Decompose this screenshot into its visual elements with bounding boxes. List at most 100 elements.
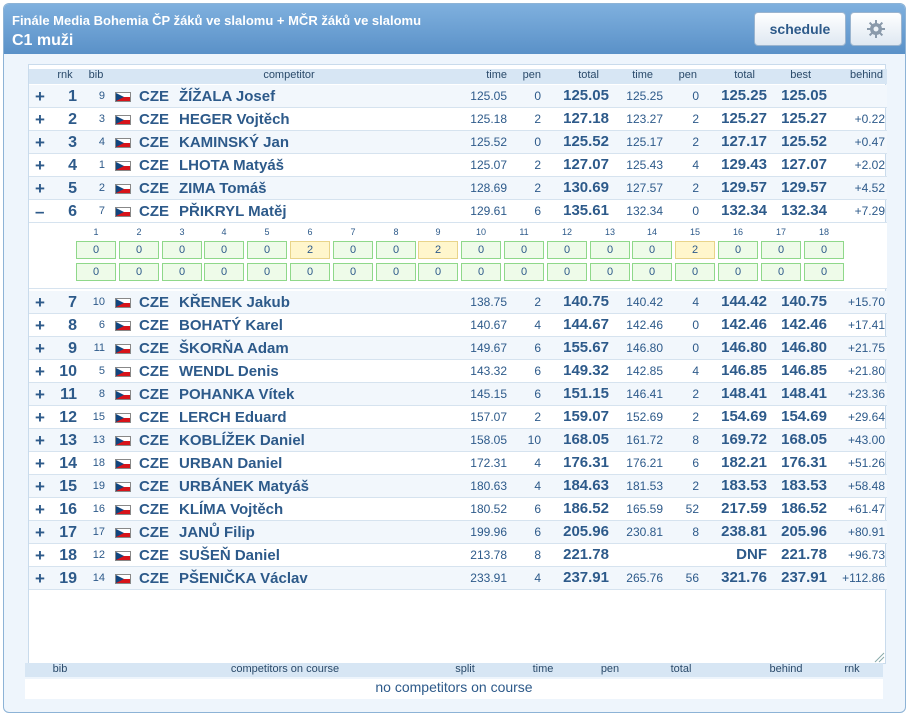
behind-cell: +80.91 [847, 525, 885, 539]
results-panel[interactable]: rnk bib competitor time pen total time p… [28, 64, 887, 664]
expand-toggle[interactable]: + [35, 87, 49, 107]
expand-toggle[interactable]: + [35, 385, 49, 405]
expand-toggle[interactable]: + [35, 569, 49, 589]
table-row[interactable]: +11 8 CZE POHANKA Vítek 145.15 6 151.15 146.41 2… [29, 383, 887, 406]
expand-toggle[interactable]: + [35, 179, 49, 199]
behind-cell: +17.41 [847, 318, 885, 332]
expand-toggle[interactable]: + [35, 316, 49, 336]
behind-cell: +21.80 [847, 364, 885, 378]
gate-penalty-run2: 0 [761, 263, 801, 281]
category-title: C1 muži [12, 32, 74, 49]
expand-toggle[interactable]: + [35, 293, 49, 313]
rank-cell: 14 [59, 455, 77, 472]
run1-time: 125.07 [470, 158, 507, 172]
table-row[interactable]: +18 12 CZE SUŠEŇ Daniel 213.78 8 221.78 DNF 221.… [29, 544, 887, 567]
expand-toggle[interactable]: + [35, 362, 49, 382]
col-bib: bib [88, 69, 104, 81]
best-cell: 129.57 [781, 179, 827, 196]
table-row[interactable]: +17 17 CZE JANŮ Filip 199.96 6 205.96 230.81 8 23… [29, 521, 887, 544]
expand-toggle[interactable]: + [35, 431, 49, 451]
expand-toggle[interactable]: + [35, 156, 49, 176]
expand-toggle[interactable]: + [35, 408, 49, 428]
col-time2: time [632, 69, 653, 81]
czech-flag-icon [115, 161, 131, 171]
table-row[interactable]: +19 14 CZE PŠENIČKA Václav 233.91 4 237.91 265.… [29, 567, 887, 590]
competitor-name: WENDL Denis [179, 363, 279, 380]
expand-toggle[interactable]: + [35, 546, 49, 566]
table-row[interactable]: – 6 7 CZE PŘIKRYL Matěj 129.61 6 135.61 132.34 0 1… [29, 200, 887, 223]
gate-penalty-run1: 0 [504, 241, 544, 259]
run2-total: 182.21 [721, 454, 767, 471]
gate-penalty-run2: 0 [119, 263, 159, 281]
table-row[interactable]: +9 11 CZE ŠKORŇA Adam 149.67 6 155.67 146.80 0 14… [29, 337, 887, 360]
oc-col-pen: pen [600, 663, 620, 675]
table-row[interactable]: +2 3 CZE HEGER Vojtěch 125.18 2 127.18 123.27 2 1… [29, 108, 887, 131]
run2-total: 154.69 [721, 408, 767, 425]
table-row[interactable]: +10 5 CZE WENDL Denis 143.32 6 149.32 142.85 4 14… [29, 360, 887, 383]
expand-toggle[interactable]: + [35, 110, 49, 130]
expand-toggle[interactable]: + [35, 523, 49, 543]
run2-total: 238.81 [721, 523, 767, 540]
settings-button[interactable] [850, 12, 902, 46]
run1-pen: 6 [534, 502, 541, 516]
behind-cell: +15.70 [847, 295, 885, 309]
expand-toggle[interactable]: – [35, 202, 49, 222]
table-row[interactable]: +14 18 CZE URBAN Daniel 172.31 4 176.31 176.21 6… [29, 452, 887, 475]
table-row[interactable]: +3 4 CZE KAMINSKÝ Jan 125.52 0 125.52 125.17 2 12… [29, 131, 887, 154]
gate-penalty-run2: 0 [461, 263, 501, 281]
table-row[interactable]: +12 15 CZE LERCH Eduard 157.07 2 159.07 152.69 2… [29, 406, 887, 429]
table-row[interactable]: +13 13 CZE KOBLÍŽEK Daniel 158.05 10 168.05 161… [29, 429, 887, 452]
run2-total: 148.41 [721, 385, 767, 402]
gate-penalty-run1: 0 [547, 241, 587, 259]
table-row[interactable]: +8 6 CZE BOHATÝ Karel 140.67 4 144.67 142.46 0 14… [29, 314, 887, 337]
schedule-button[interactable]: schedule [754, 12, 846, 46]
run2-pen: 4 [692, 295, 699, 309]
best-cell: 140.75 [781, 293, 827, 310]
nation-cell: CZE [139, 88, 169, 105]
nation-cell: CZE [139, 111, 169, 128]
gate-penalty-run2: 0 [675, 263, 715, 281]
bib-cell: 9 [98, 90, 105, 102]
czech-flag-icon [115, 551, 131, 561]
table-row[interactable]: +16 16 CZE KLÍMA Vojtěch 180.52 6 186.52 165.59… [29, 498, 887, 521]
oc-col-competitors: competitors on course [230, 663, 340, 675]
run1-total: 176.31 [563, 454, 609, 471]
best-cell: 146.80 [781, 339, 827, 356]
gate-number: 2 [136, 227, 142, 237]
expand-toggle[interactable]: + [35, 454, 49, 474]
run1-time: 138.75 [470, 295, 507, 309]
run1-time: 145.15 [470, 387, 507, 401]
run2-pen: 0 [692, 204, 699, 218]
run2-pen: 8 [692, 525, 699, 539]
resize-handle-icon[interactable] [873, 651, 885, 663]
run2-total: 142.46 [721, 316, 767, 333]
behind-cell: +43.00 [847, 433, 885, 447]
expand-toggle[interactable]: + [35, 339, 49, 359]
run1-total: 168.05 [563, 431, 609, 448]
bib-cell: 4 [98, 136, 105, 148]
table-row[interactable]: +15 19 CZE URBÁNEK Matyáš 180.63 4 184.63 181.5… [29, 475, 887, 498]
best-cell: 142.46 [781, 316, 827, 333]
nation-cell: CZE [139, 570, 169, 587]
table-row[interactable]: +4 1 CZE LHOTA Matyáš 125.07 2 127.07 125.43 4 12… [29, 154, 887, 177]
gate-penalty-run1: 0 [204, 241, 244, 259]
expand-toggle[interactable]: + [35, 500, 49, 520]
table-row[interactable]: +7 10 CZE KŘENEK Jakub 138.75 2 140.75 140.42 4 1… [29, 291, 887, 314]
gate-penalty-run1: 0 [376, 241, 416, 259]
competitor-name: KŘENEK Jakub [179, 294, 290, 311]
run2-total: 127.17 [721, 133, 767, 150]
gear-icon [867, 20, 885, 38]
expand-toggle[interactable]: + [35, 133, 49, 153]
title-bar: Finále Media Bohemia ČP žáků ve slalomu … [4, 4, 905, 54]
expand-toggle[interactable]: + [35, 477, 49, 497]
gate-penalty-run1: 0 [804, 241, 844, 259]
table-row[interactable]: +5 2 CZE ZIMA Tomáš 128.69 2 130.69 127.57 2 129.… [29, 177, 887, 200]
rank-cell: 3 [68, 134, 77, 151]
run1-pen: 4 [534, 479, 541, 493]
gate-penalty-run2: 0 [632, 263, 672, 281]
run1-time: 129.61 [470, 204, 507, 218]
table-row[interactable]: +1 9 CZE ŽÍŽALA Josef 125.05 0 125.05 125.25 0 12… [29, 85, 887, 108]
gate-penalty-run1: 0 [333, 241, 373, 259]
best-cell: 132.34 [781, 202, 827, 219]
best-cell: 176.31 [781, 454, 827, 471]
